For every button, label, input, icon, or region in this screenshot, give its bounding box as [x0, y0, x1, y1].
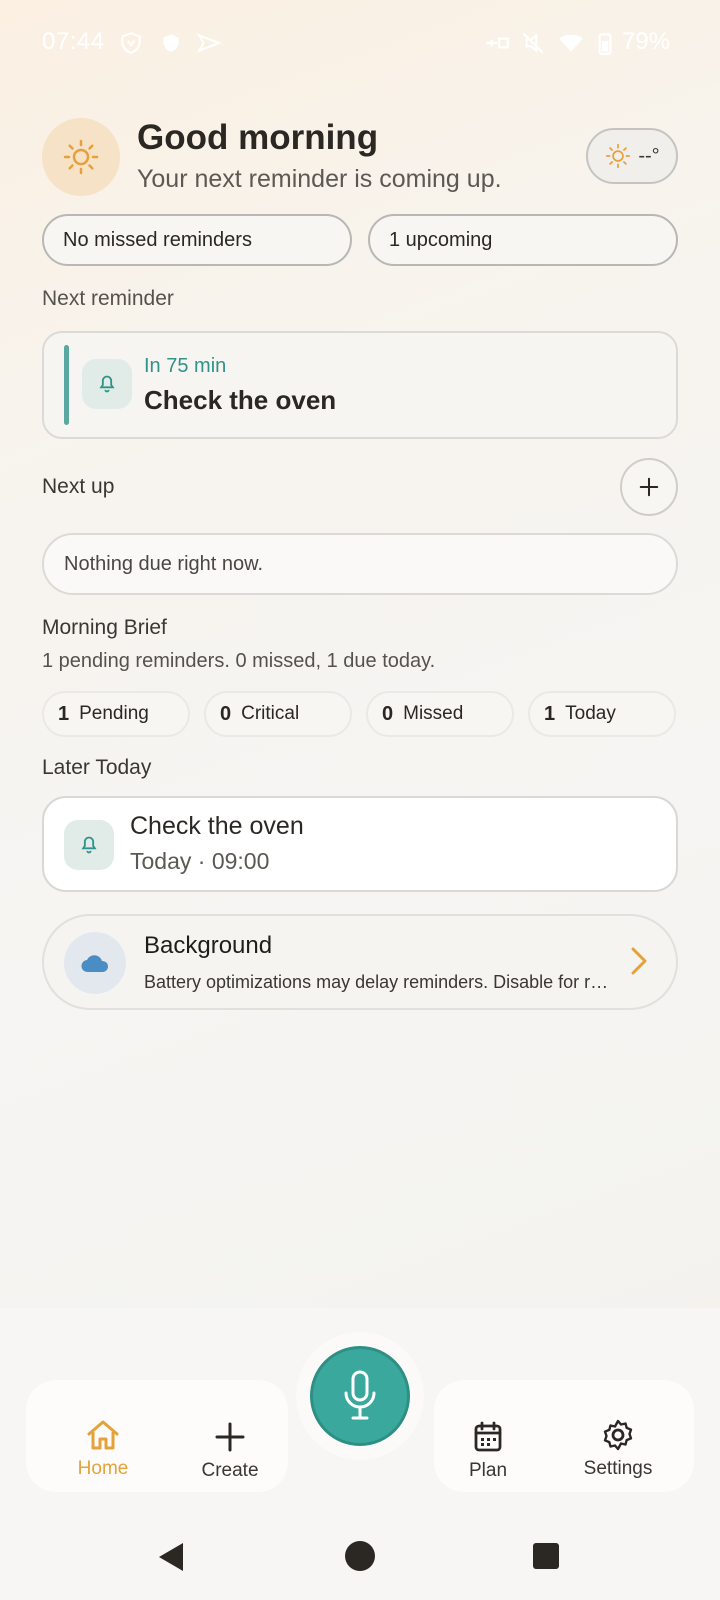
- greeting-title: Good morning: [137, 118, 379, 157]
- home-icon: [87, 1420, 119, 1450]
- reminder-icon-box: [82, 359, 132, 409]
- nav-create[interactable]: Create: [190, 1420, 270, 1482]
- send-icon: [196, 33, 222, 53]
- greeting-sun-avatar: [42, 118, 120, 196]
- nav-settings[interactable]: Settings: [570, 1418, 666, 1480]
- next-reminder-title: Check the oven: [144, 385, 337, 415]
- stat-label: Today: [565, 703, 616, 724]
- gear-icon: [603, 1419, 633, 1451]
- later-reminder-title: Check the oven: [130, 812, 304, 840]
- nav-plan[interactable]: Plan: [448, 1420, 528, 1482]
- recents-icon[interactable]: [532, 1542, 560, 1570]
- stat-chip-critical[interactable]: 0 Critical: [204, 691, 352, 737]
- stat-chip-pending[interactable]: 1 Pending: [42, 691, 190, 737]
- later-reminder-time: Today · 09:00: [130, 848, 270, 874]
- chevron-right-icon: [631, 947, 647, 975]
- nav-settings-label: Settings: [583, 1458, 653, 1479]
- background-card-description: Battery optimizations may delay reminder…: [144, 972, 614, 992]
- later-today-reminder-card[interactable]: Check the oven Today · 09:00: [42, 796, 678, 892]
- background-card-title: Background: [144, 932, 273, 959]
- stat-count: 1: [544, 702, 556, 725]
- heart-shield-icon: [163, 34, 179, 52]
- nav-plan-label: Plan: [468, 1460, 508, 1481]
- add-reminder-button[interactable]: [620, 458, 678, 516]
- cloud-icon: [81, 955, 109, 973]
- greeting-subtitle: Your next reminder is coming up.: [137, 165, 502, 193]
- weather-temperature: --°: [638, 144, 660, 167]
- vpn-key-icon: [486, 37, 509, 49]
- create-plus-icon: [215, 1422, 245, 1452]
- upcoming-pill[interactable]: 1 upcoming: [368, 214, 678, 266]
- stat-label: Critical: [241, 703, 300, 724]
- plus-icon: [639, 477, 659, 497]
- stat-chip-missed[interactable]: 0 Missed: [366, 691, 514, 737]
- next-reminder-label: Next reminder: [42, 287, 174, 310]
- stat-count: 0: [382, 702, 394, 725]
- cloud-icon-circle: [64, 932, 126, 994]
- next-up-label: Next up: [42, 475, 115, 498]
- morning-brief-summary: 1 pending reminders. 0 missed, 1 due tod…: [42, 650, 436, 672]
- next-reminder-time: In 75 min: [144, 355, 227, 377]
- battery-percent: 79%: [622, 28, 671, 55]
- stat-count: 1: [58, 702, 70, 725]
- wifi-icon: [559, 34, 583, 52]
- stat-count: 0: [220, 702, 232, 725]
- bell-icon: [99, 375, 115, 393]
- accent-bar: [64, 345, 69, 425]
- shield-app-icon: [121, 32, 141, 54]
- calendar-icon: [474, 1421, 502, 1452]
- next-up-empty-state: Nothing due right now.: [42, 533, 678, 595]
- status-time: 07:44: [42, 28, 105, 55]
- mute-icon: [522, 32, 544, 54]
- sun-icon: [63, 139, 99, 175]
- nav-home-label: Home: [77, 1458, 129, 1479]
- microphone-icon: [344, 1370, 376, 1420]
- next-reminder-card[interactable]: In 75 min Check the oven: [42, 331, 678, 439]
- back-icon[interactable]: [156, 1540, 186, 1574]
- system-navigation-bar: [0, 1514, 720, 1600]
- missed-reminders-pill[interactable]: No missed reminders: [42, 214, 352, 266]
- reminder-icon-box: [64, 820, 114, 870]
- background-settings-card[interactable]: Background Battery optimizations may del…: [42, 914, 678, 1010]
- voice-input-button[interactable]: [310, 1346, 410, 1446]
- bell-icon: [81, 836, 97, 854]
- later-today-label: Later Today: [42, 756, 152, 779]
- stat-label: Missed: [403, 703, 464, 724]
- home-system-icon[interactable]: [344, 1540, 376, 1572]
- nav-create-label: Create: [201, 1460, 259, 1481]
- weather-button[interactable]: --°: [586, 128, 678, 184]
- morning-brief-title: Morning Brief: [42, 616, 167, 639]
- weather-sun-icon: [606, 143, 631, 169]
- nav-home[interactable]: Home: [64, 1418, 142, 1480]
- status-bar: 07:44 79%: [0, 0, 720, 86]
- stat-label: Pending: [79, 703, 149, 724]
- stat-chip-today[interactable]: 1 Today: [528, 691, 676, 737]
- battery-icon: [598, 33, 612, 55]
